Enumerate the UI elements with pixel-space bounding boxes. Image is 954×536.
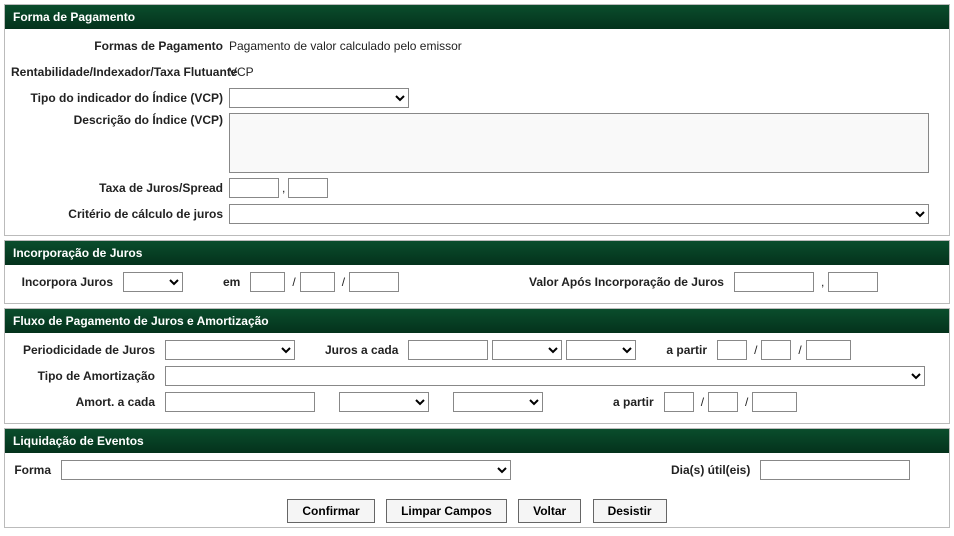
value-rentabilidade: VCP: [229, 65, 254, 79]
panel-body-forma-pagamento: Formas de Pagamento Pagamento de valor c…: [5, 29, 949, 235]
label-valor-apos: Valor Após Incorporação de Juros: [523, 275, 730, 289]
buttons-row: Confirmar Limpar Campos Voltar Desistir: [5, 491, 949, 527]
label-juros-cada: Juros a cada: [319, 343, 404, 357]
panel-fluxo: Fluxo de Pagamento de Juros e Amortizaçã…: [4, 308, 950, 424]
label-criterio-calculo: Critério de cálculo de juros: [11, 207, 229, 221]
input-amort-apartir-m[interactable]: [708, 392, 738, 412]
select-juros-unidade1[interactable]: [492, 340, 562, 360]
label-incorpora-juros: Incorpora Juros: [11, 275, 119, 289]
label-periodicidade: Periodicidade de Juros: [11, 343, 161, 357]
panel-header-incorporacao: Incorporação de Juros: [5, 241, 949, 265]
voltar-button[interactable]: Voltar: [518, 499, 581, 523]
sep-slash-6: /: [745, 395, 748, 409]
panel-forma-pagamento: Forma de Pagamento Formas de Pagamento P…: [4, 4, 950, 236]
select-amort-unidade2[interactable]: [453, 392, 543, 412]
input-juros-cada[interactable]: [408, 340, 488, 360]
panel-incorporacao: Incorporação de Juros Incorpora Juros em…: [4, 240, 950, 304]
input-valor-apos-b[interactable]: [828, 272, 878, 292]
sep-slash-2: /: [342, 275, 345, 289]
panel-body-liquidacao: Forma Dia(s) útil(eis): [5, 453, 949, 491]
select-periodicidade[interactable]: [165, 340, 295, 360]
label-em: em: [217, 275, 246, 289]
panel-header-fluxo: Fluxo de Pagamento de Juros e Amortizaçã…: [5, 309, 949, 333]
select-criterio-calculo[interactable]: [229, 204, 929, 224]
panel-header-forma-pagamento: Forma de Pagamento: [5, 5, 949, 29]
input-juros-apartir-y[interactable]: [806, 340, 851, 360]
sep-comma: ,: [282, 181, 285, 195]
select-amort-unidade1[interactable]: [339, 392, 429, 412]
input-em-year[interactable]: [349, 272, 399, 292]
confirmar-button[interactable]: Confirmar: [287, 499, 374, 523]
select-forma[interactable]: [61, 460, 511, 480]
label-juros-a-partir: a partir: [660, 343, 713, 357]
sep-slash-5: /: [701, 395, 704, 409]
label-rentabilidade: Rentabilidade/Indexador/Taxa Flutuante: [11, 65, 229, 79]
label-tipo-amort: Tipo de Amortização: [11, 369, 161, 383]
select-juros-unidade2[interactable]: [566, 340, 636, 360]
input-em-month[interactable]: [300, 272, 335, 292]
input-amort-apartir-d[interactable]: [664, 392, 694, 412]
textarea-descricao-indice[interactable]: [229, 113, 929, 173]
input-taxa-juros-a[interactable]: [229, 178, 279, 198]
panel-liquidacao: Liquidação de Eventos Forma Dia(s) útil(…: [4, 428, 950, 528]
sep-slash-3: /: [754, 343, 757, 357]
label-forma: Forma: [11, 463, 57, 477]
panel-body-incorporacao: Incorpora Juros em / / Valor Após Incorp…: [5, 265, 949, 303]
limpar-button[interactable]: Limpar Campos: [386, 499, 507, 523]
label-formas-pagamento: Formas de Pagamento: [11, 39, 229, 53]
value-formas-pagamento: Pagamento de valor calculado pelo emisso…: [229, 39, 462, 53]
sep-slash-1: /: [292, 275, 295, 289]
label-dias-util: Dia(s) útil(eis): [665, 463, 756, 477]
panel-body-fluxo: Periodicidade de Juros Juros a cada a pa…: [5, 333, 949, 423]
select-tipo-indicador[interactable]: [229, 88, 409, 108]
input-juros-apartir-d[interactable]: [717, 340, 747, 360]
input-juros-apartir-m[interactable]: [761, 340, 791, 360]
select-tipo-amort[interactable]: [165, 366, 925, 386]
label-descricao-indice: Descrição do Índice (VCP): [11, 113, 229, 127]
label-tipo-indicador: Tipo do indicador do Índice (VCP): [11, 91, 229, 105]
select-incorpora-juros[interactable]: [123, 272, 183, 292]
sep-slash-4: /: [798, 343, 801, 357]
input-em-day[interactable]: [250, 272, 285, 292]
input-valor-apos-a[interactable]: [734, 272, 814, 292]
desistir-button[interactable]: Desistir: [593, 499, 667, 523]
label-amort-cada: Amort. a cada: [11, 395, 161, 409]
panel-header-liquidacao: Liquidação de Eventos: [5, 429, 949, 453]
sep-comma-2: ,: [821, 275, 824, 289]
input-dias-util[interactable]: [760, 460, 910, 480]
input-amort-apartir-y[interactable]: [752, 392, 797, 412]
label-amort-a-partir: a partir: [607, 395, 660, 409]
label-taxa-juros: Taxa de Juros/Spread: [11, 181, 229, 195]
input-amort-cada[interactable]: [165, 392, 315, 412]
input-taxa-juros-b[interactable]: [288, 178, 328, 198]
